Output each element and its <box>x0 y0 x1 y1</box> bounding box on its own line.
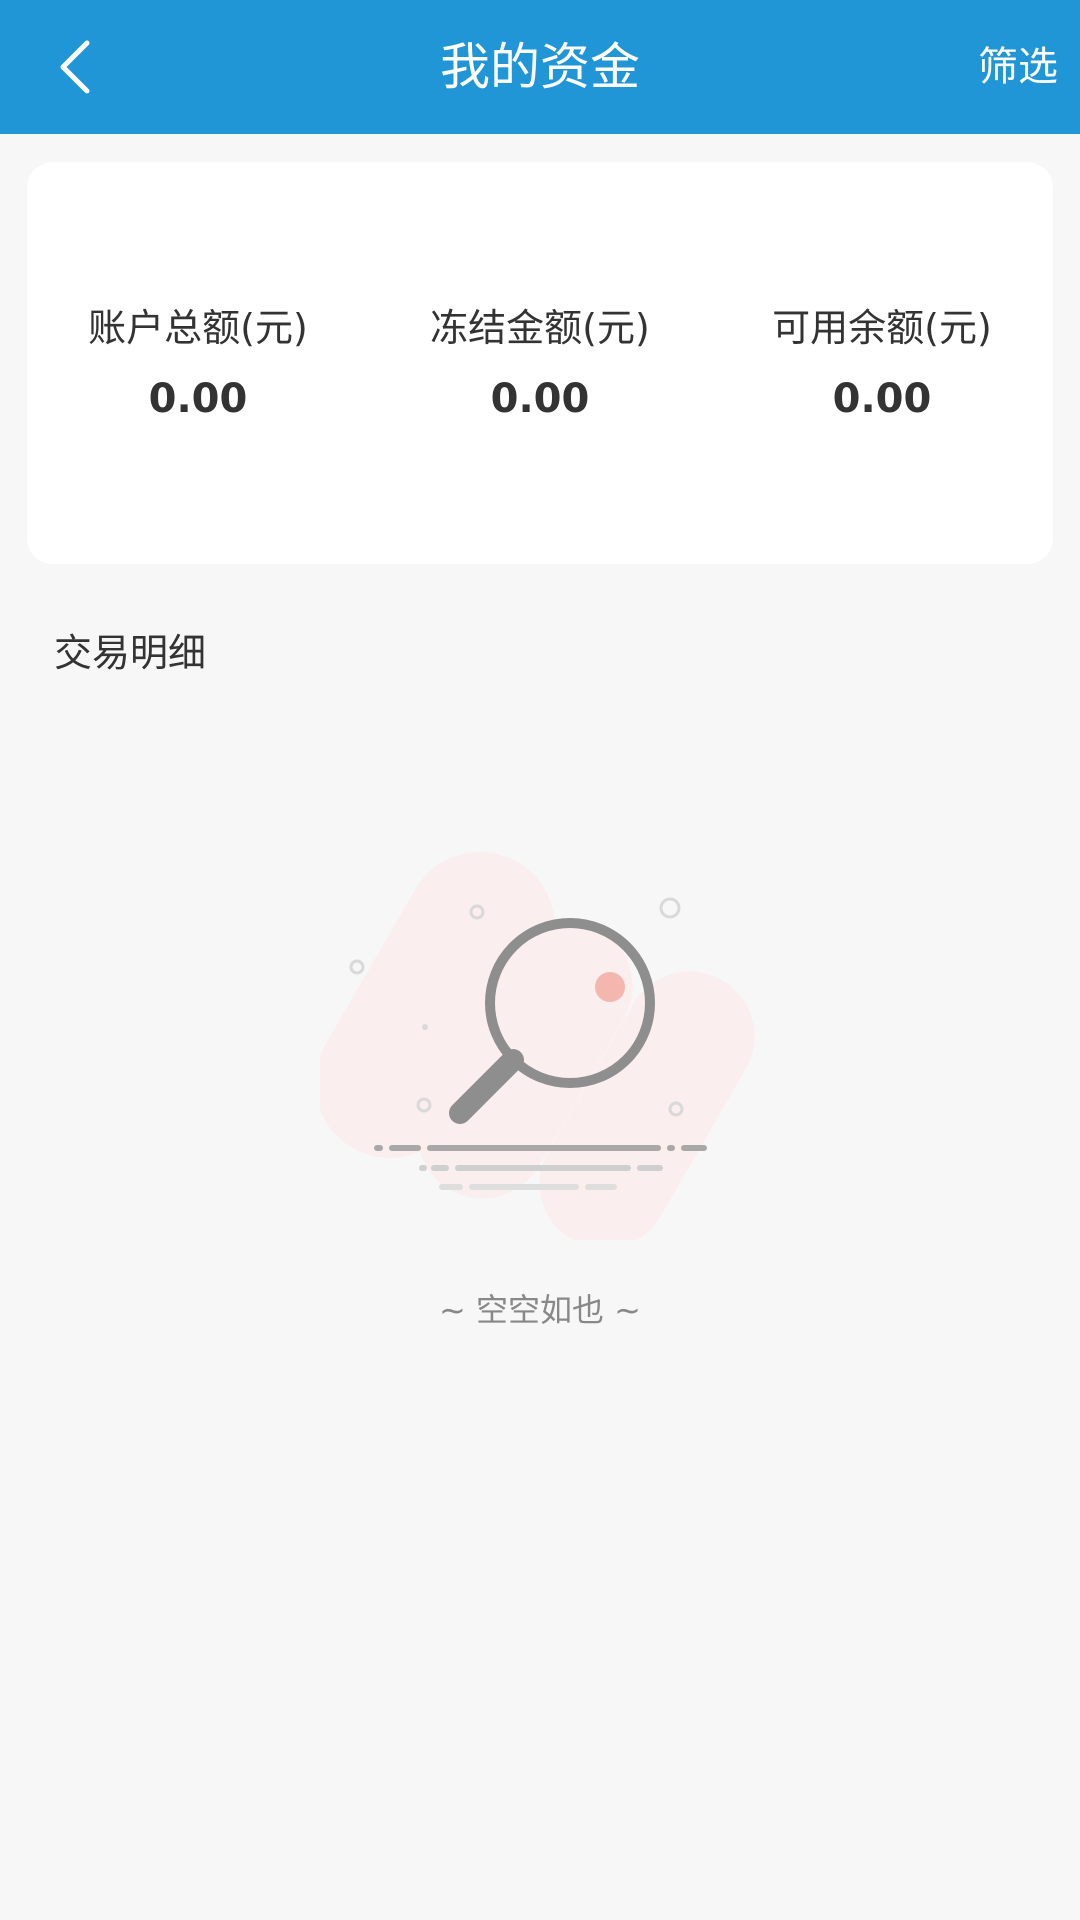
summary-item-total: 账户总额(元) 0.00 <box>27 162 369 564</box>
summary-item-available: 可用余额(元) 0.00 <box>711 162 1053 564</box>
empty-search-icon <box>320 852 755 1240</box>
transaction-details-title: 交易明细 <box>54 631 207 675</box>
summary-label: 可用余额(元) <box>772 306 992 350</box>
fund-summary-card: 账户总额(元) 0.00 冻结金额(元) 0.00 可用余额(元) 0.00 <box>27 162 1053 564</box>
summary-label: 账户总额(元) <box>88 306 308 350</box>
summary-value: 0.00 <box>832 376 932 422</box>
filter-button[interactable]: 筛选 <box>978 0 1058 134</box>
page-title: 我的资金 <box>440 38 640 96</box>
empty-state-message: ~ 空空如也 ~ <box>439 1291 641 1329</box>
top-bar: 我的资金 筛选 <box>0 0 1080 134</box>
summary-value: 0.00 <box>490 376 590 422</box>
summary-item-frozen: 冻结金额(元) 0.00 <box>369 162 711 564</box>
summary-value: 0.00 <box>148 376 248 422</box>
summary-label: 冻结金额(元) <box>430 306 650 350</box>
